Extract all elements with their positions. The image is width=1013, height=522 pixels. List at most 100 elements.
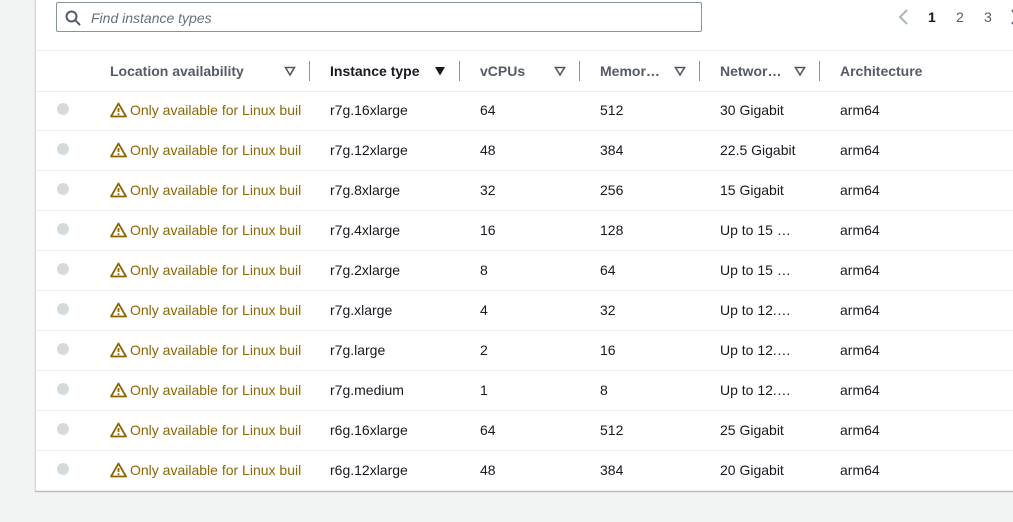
table-row[interactable]: Only available for Linux buil r7g.8xlarge…: [36, 170, 1013, 211]
memory-cell: 128: [600, 222, 624, 238]
row-select-radio[interactable]: [57, 463, 69, 475]
chevron-right-icon[interactable]: [1008, 6, 1013, 28]
vcpus-cell: 1: [480, 382, 488, 398]
location-text: Only available for Linux buil: [130, 302, 302, 318]
location-availability-cell: Only available for Linux buil: [110, 370, 310, 410]
table-row[interactable]: Only available for Linux buil r6g.12xlarg…: [36, 450, 1013, 491]
chevron-left-icon[interactable]: [896, 6, 912, 28]
warning-icon: [110, 462, 130, 478]
row-select-radio[interactable]: [57, 143, 69, 155]
memory-cell: 384: [600, 462, 624, 478]
table-row[interactable]: Only available for Linux buil r7g.4xlarge…: [36, 210, 1013, 251]
vcpus-cell: 48: [480, 142, 496, 158]
location-text: Only available for Linux buil: [130, 382, 302, 398]
column-header-network[interactable]: Networ…: [720, 51, 792, 91]
column-divider[interactable]: [579, 61, 580, 81]
column-divider[interactable]: [309, 61, 310, 81]
table-header: Location availability Instance type vCPU…: [36, 50, 1013, 92]
architecture-cell: arm64: [840, 142, 880, 158]
sort-icon[interactable]: [794, 64, 806, 77]
column-divider[interactable]: [459, 61, 460, 81]
row-select-radio[interactable]: [57, 383, 69, 395]
memory-cell: 16: [600, 342, 616, 358]
location-availability-cell: Only available for Linux buil: [110, 170, 310, 210]
network-cell: Up to 12.…: [720, 382, 791, 398]
location-availability-cell: Only available for Linux buil: [110, 250, 310, 290]
column-label: Architecture: [840, 63, 923, 79]
architecture-cell: arm64: [840, 342, 880, 358]
column-header-architecture: Architecture: [840, 51, 970, 91]
vcpus-cell: 16: [480, 222, 496, 238]
network-cell: 22.5 Gigabit: [720, 142, 796, 158]
column-header-instance-type[interactable]: Instance type: [330, 51, 440, 91]
location-availability-cell: Only available for Linux buil: [110, 90, 310, 130]
location-availability-cell: Only available for Linux buil: [110, 130, 310, 170]
table-row[interactable]: Only available for Linux buil r7g.large 2 1…: [36, 330, 1013, 371]
table-row[interactable]: Only available for Linux buil r7g.2xlarge…: [36, 250, 1013, 291]
architecture-cell: arm64: [840, 262, 880, 278]
architecture-cell: arm64: [840, 102, 880, 118]
table-row[interactable]: Only available for Linux buil r7g.12xlarg…: [36, 130, 1013, 171]
location-text: Only available for Linux buil: [130, 262, 302, 278]
column-divider[interactable]: [699, 61, 700, 81]
instance-type-cell: r6g.12xlarge: [330, 462, 408, 478]
search-icon: [65, 10, 81, 26]
location-text: Only available for Linux buil: [130, 342, 302, 358]
page-3-button[interactable]: 3: [984, 9, 992, 25]
location-availability-cell: Only available for Linux buil: [110, 210, 310, 250]
instance-type-cell: r7g.medium: [330, 382, 404, 398]
network-cell: Up to 12.…: [720, 342, 791, 358]
row-select-radio[interactable]: [57, 103, 69, 115]
column-divider[interactable]: [819, 61, 820, 81]
page-1-button[interactable]: 1: [928, 9, 936, 25]
warning-icon: [110, 142, 130, 158]
instance-type-cell: r6g.16xlarge: [330, 422, 408, 438]
page-2-button[interactable]: 2: [956, 9, 964, 25]
location-text: Only available for Linux buil: [130, 422, 302, 438]
row-select-radio[interactable]: [57, 423, 69, 435]
column-label: Instance type: [330, 63, 420, 79]
memory-cell: 384: [600, 142, 624, 158]
location-text: Only available for Linux buil: [130, 102, 302, 118]
column-header-location[interactable]: Location availability: [110, 51, 300, 91]
network-cell: Up to 15 …: [720, 262, 791, 278]
location-text: Only available for Linux buil: [130, 462, 302, 478]
sort-descending-icon[interactable]: [434, 64, 446, 76]
location-text: Only available for Linux buil: [130, 182, 302, 198]
search-box[interactable]: [56, 2, 702, 33]
memory-cell: 32: [600, 302, 616, 318]
table-row[interactable]: Only available for Linux buil r7g.medium 1…: [36, 370, 1013, 411]
memory-cell: 512: [600, 102, 624, 118]
row-select-radio[interactable]: [57, 343, 69, 355]
warning-icon: [110, 222, 130, 238]
search-input[interactable]: [89, 3, 693, 33]
instance-type-cell: r7g.12xlarge: [330, 142, 408, 158]
location-availability-cell: Only available for Linux buil: [110, 330, 310, 370]
location-text: Only available for Linux buil: [130, 142, 302, 158]
column-header-vcpus[interactable]: vCPUs: [480, 51, 560, 91]
row-select-radio[interactable]: [57, 303, 69, 315]
sort-icon[interactable]: [284, 64, 296, 77]
network-cell: 15 Gigabit: [720, 182, 784, 198]
warning-icon: [110, 382, 130, 398]
row-select-radio[interactable]: [57, 263, 69, 275]
sort-icon[interactable]: [554, 64, 566, 77]
warning-icon: [110, 262, 130, 278]
location-availability-cell: Only available for Linux buil: [110, 450, 310, 490]
column-label: Location availability: [110, 63, 244, 79]
instance-type-cell: r7g.8xlarge: [330, 182, 401, 198]
table-row[interactable]: Only available for Linux buil r7g.16xlarg…: [36, 90, 1013, 131]
vcpus-cell: 64: [480, 102, 496, 118]
column-header-memory[interactable]: Memor…: [600, 51, 672, 91]
instance-type-cell: r7g.xlarge: [330, 302, 393, 318]
architecture-cell: arm64: [840, 182, 880, 198]
sort-icon[interactable]: [674, 64, 686, 77]
memory-cell: 256: [600, 182, 624, 198]
row-select-radio[interactable]: [57, 223, 69, 235]
table-row[interactable]: Only available for Linux buil r7g.xlarge 4…: [36, 290, 1013, 331]
memory-cell: 8: [600, 382, 608, 398]
column-label: Memor…: [600, 63, 660, 79]
row-select-radio[interactable]: [57, 183, 69, 195]
table-row[interactable]: Only available for Linux buil r6g.16xlarg…: [36, 410, 1013, 451]
warning-icon: [110, 102, 130, 118]
